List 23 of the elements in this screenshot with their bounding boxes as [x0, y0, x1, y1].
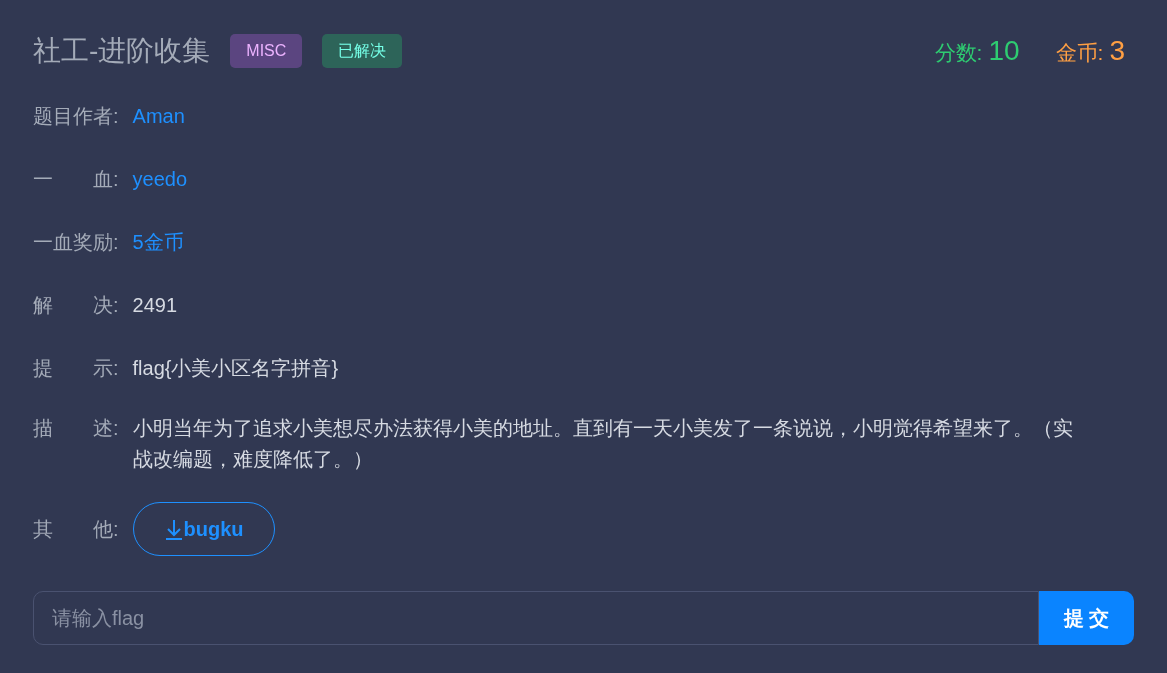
submit-button[interactable]: 提 交: [1039, 591, 1134, 645]
stat-label: 金币:: [1055, 40, 1104, 66]
field-label: 一血奖励:: [33, 229, 119, 255]
field-label: 解 决:: [33, 292, 119, 318]
field-label: 一 血:: [33, 166, 119, 192]
field-label: 描 述:: [33, 417, 119, 439]
tag: MISC: [230, 34, 303, 68]
stat-label: 分数:: [934, 40, 983, 66]
challenge-title: 社工-进阶收集: [33, 34, 211, 68]
stat-value: 3: [1109, 34, 1125, 68]
description-text: 小明当年为了追求小美想尽办法获得小美的地址。直到有一天小美发了一条说说，小明觉得希望来了。（实战改编题，难度降低了。）: [132, 416, 1074, 472]
tag: 已解决: [322, 34, 403, 68]
field-link[interactable]: Aman: [132, 100, 185, 131]
field-value: 2491: [132, 292, 178, 318]
field-link[interactable]: yeedo: [132, 163, 188, 194]
stat-value: 10: [988, 34, 1020, 68]
field-value: flag{小美小区名字拼音}: [132, 355, 339, 381]
field-label: 题目作者:: [33, 103, 119, 129]
field-label: 其 他:: [33, 517, 119, 542]
flag-input[interactable]: 请输入flag: [33, 591, 1039, 645]
field-label: 提 示:: [33, 355, 119, 381]
field-link[interactable]: 5金币: [132, 226, 184, 257]
download-icon: [163, 518, 184, 540]
